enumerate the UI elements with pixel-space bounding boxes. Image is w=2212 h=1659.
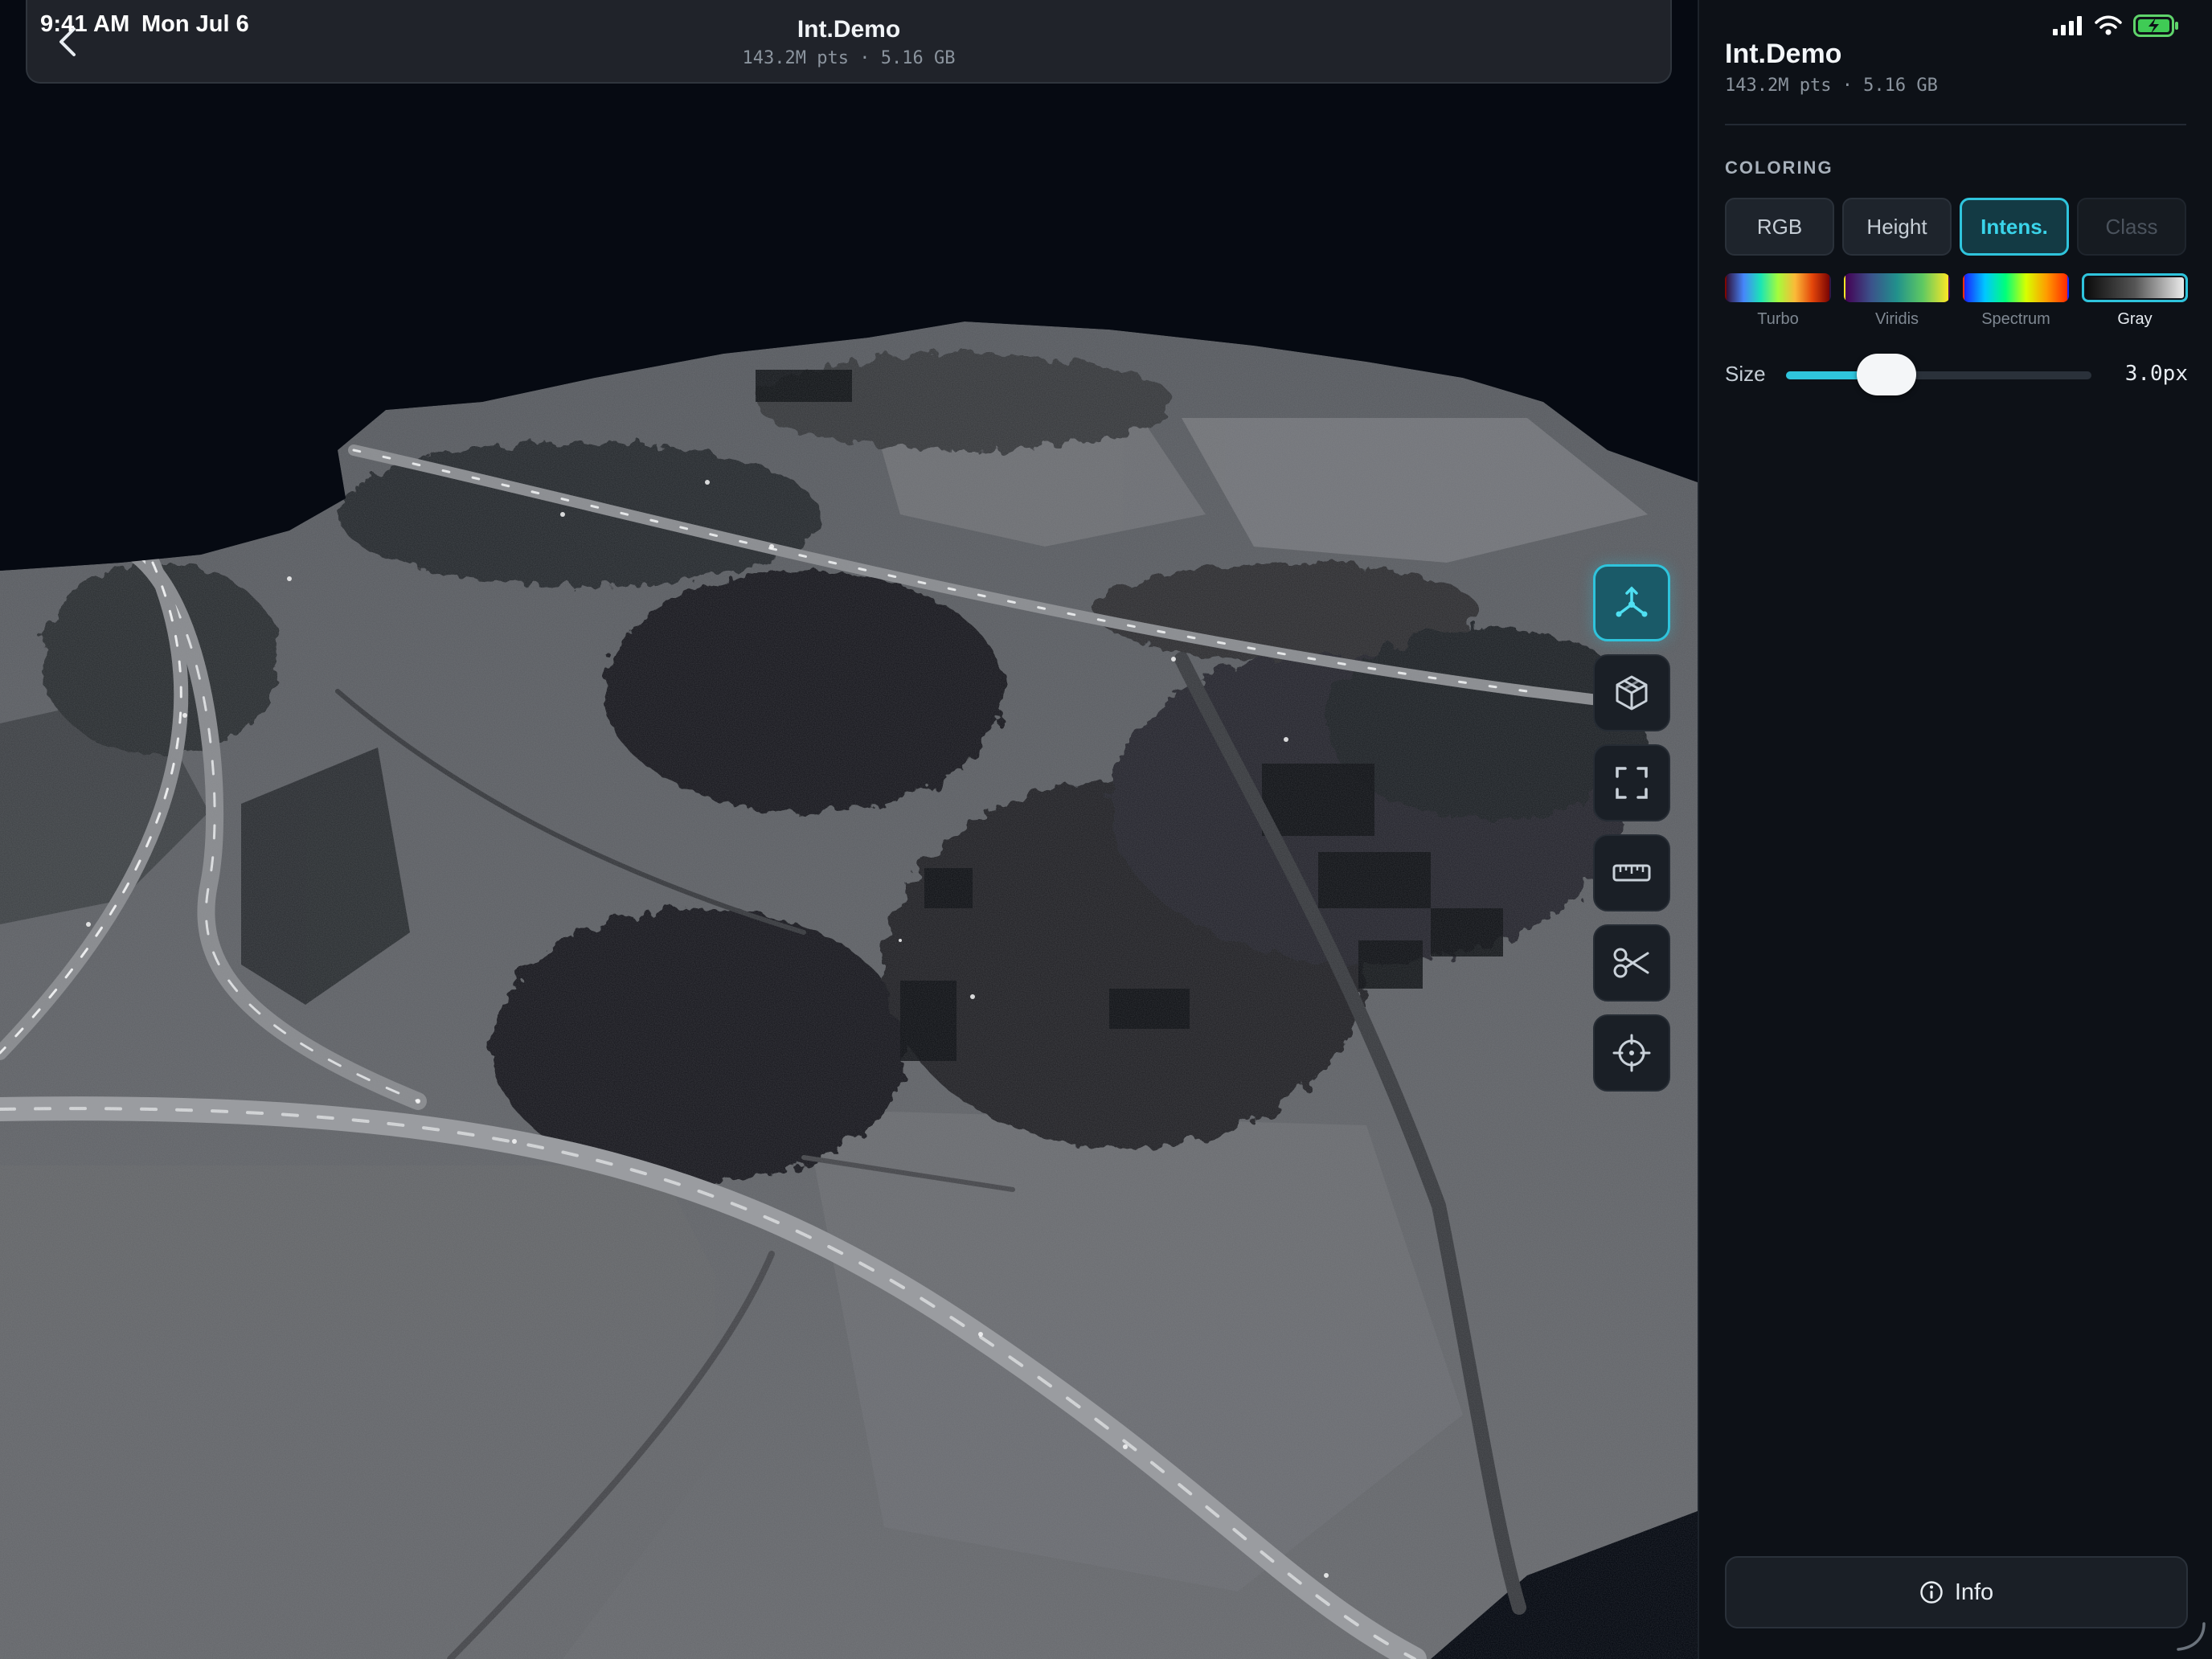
fit-view-tool-button[interactable] <box>1593 744 1670 821</box>
ramp-turbo[interactable]: Turbo <box>1725 273 1831 329</box>
info-circle-icon <box>1920 1581 1943 1604</box>
point-cloud-render[interactable] <box>0 0 1698 1659</box>
view-cube-tool-button[interactable] <box>1593 654 1670 731</box>
info-button-label: Info <box>1954 1579 1994 1605</box>
panel-stats: 143.2M pts · 5.16 GB <box>1725 76 1938 96</box>
ramp-swatch-gray[interactable] <box>2082 273 2188 302</box>
document-title: Int.Demo <box>797 16 901 43</box>
mode-class-button: Class <box>2077 198 2186 256</box>
locate-tool-button[interactable] <box>1593 1014 1670 1092</box>
wifi-icon <box>2095 15 2122 35</box>
size-value: 3.0px <box>2124 362 2188 386</box>
ramp-spectrum[interactable]: Spectrum <box>1963 273 2069 329</box>
properties-panel: Int.Demo 143.2M pts · 5.16 GB COLORING R… <box>1698 0 2212 1659</box>
battery-charging-icon <box>2133 14 2178 37</box>
ramp-swatch-turbo[interactable] <box>1725 273 1831 302</box>
status-icons <box>2053 14 2180 37</box>
clip-tool-button[interactable] <box>1593 924 1670 1002</box>
divider <box>1725 124 2186 125</box>
measure-tool-button[interactable] <box>1593 834 1670 911</box>
size-label: Size <box>1725 362 1766 386</box>
cellular-signal-icon <box>2053 16 2082 35</box>
scissors-icon <box>1613 948 1649 978</box>
document-stats: 143.2M pts · 5.16 GB <box>742 48 956 68</box>
mode-rgb-button[interactable]: RGB <box>1725 198 1834 256</box>
color-ramp-selector: Turbo Viridis Spectrum Gray <box>1725 273 2188 329</box>
ramp-swatch-viridis[interactable] <box>1844 273 1950 302</box>
resize-handle-icon[interactable] <box>2172 1617 2207 1653</box>
mode-intensity-button[interactable]: Intens. <box>1960 198 2069 256</box>
ramp-label: Turbo <box>1757 310 1799 328</box>
ruler-icon <box>1612 864 1651 882</box>
point-size-control: Size 3.0px <box>1725 354 2188 395</box>
status-time: 9:41 AM <box>40 11 130 37</box>
point-size-slider[interactable] <box>1786 354 2091 395</box>
slider-thumb[interactable] <box>1857 354 1917 395</box>
title-bar: Int.Demo 143.2M pts · 5.16 GB <box>26 0 1672 84</box>
ramp-label: Spectrum <box>1981 310 2050 328</box>
cube-icon <box>1616 675 1648 711</box>
coloring-section-label: COLORING <box>1725 158 1833 178</box>
point-cloud-viewport[interactable]: Int.Demo 143.2M pts · 5.16 GB 9:41 AM Mo… <box>0 0 1698 1659</box>
ramp-label: Gray <box>2117 310 2153 328</box>
coloring-mode-selector: RGB Height Intens. Class <box>1725 198 2188 256</box>
orbit-axes-icon <box>1616 586 1648 617</box>
ramp-viridis[interactable]: Viridis <box>1844 273 1950 329</box>
orbit-tool-button[interactable] <box>1593 564 1670 641</box>
crosshair-icon <box>1612 1034 1651 1072</box>
frame-corners-icon <box>1616 767 1648 799</box>
info-button[interactable]: Info <box>1725 1556 2188 1628</box>
ramp-gray[interactable]: Gray <box>2082 273 2188 329</box>
ramp-label: Viridis <box>1874 310 1919 328</box>
status-date: Mon Jul 6 <box>141 11 249 37</box>
panel-title: Int.Demo <box>1725 39 1842 69</box>
mode-height-button[interactable]: Height <box>1842 198 1952 256</box>
ramp-swatch-spectrum[interactable] <box>1963 273 2069 302</box>
